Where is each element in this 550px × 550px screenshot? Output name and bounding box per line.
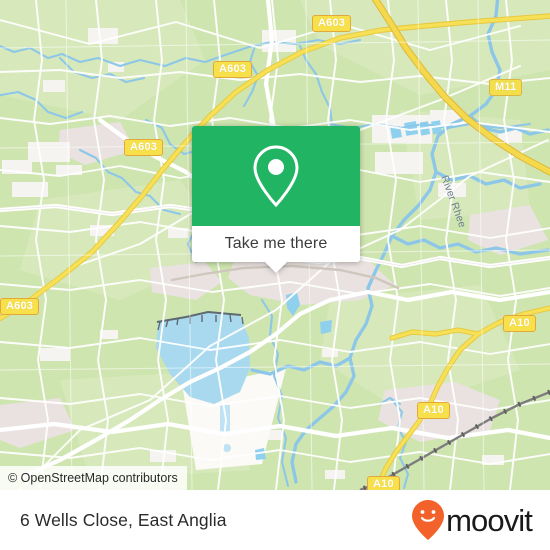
road-shield-a603-left: A603 bbox=[0, 298, 40, 315]
popup-preview bbox=[192, 126, 360, 226]
popup-tail bbox=[265, 262, 287, 273]
road-shield-a10-right: A10 bbox=[503, 315, 536, 332]
take-me-there-button[interactable]: Take me there bbox=[192, 226, 360, 262]
footer-bar: 6 Wells Close, East Anglia moovit bbox=[0, 490, 550, 550]
map-screenshot: A603 A603 A603 A603 M11 A10 A10 A10 Rive… bbox=[0, 0, 550, 550]
road-shield-a603-mid: A603 bbox=[124, 139, 164, 156]
road-shield-a10-bottom: A10 bbox=[367, 476, 400, 490]
popup-body: Take me there bbox=[192, 126, 360, 262]
moovit-wordmark: moovit bbox=[446, 502, 533, 538]
road-shield-a10-mid: A10 bbox=[417, 402, 450, 419]
moovit-pin-smile-icon bbox=[412, 500, 445, 540]
take-me-there-label: Take me there bbox=[224, 235, 328, 252]
map-canvas[interactable]: A603 A603 A603 A603 M11 A10 A10 A10 Rive… bbox=[0, 0, 550, 490]
road-shield-m11: M11 bbox=[489, 79, 523, 96]
map-attribution[interactable]: © OpenStreetMap contributors bbox=[0, 466, 187, 490]
location-popup[interactable]: Take me there bbox=[192, 126, 360, 273]
map-pin-icon bbox=[253, 145, 299, 208]
address-label: 6 Wells Close, East Anglia bbox=[20, 509, 227, 530]
road-shield-a603-upper: A603 bbox=[213, 61, 253, 78]
road-shield-a603-top: A603 bbox=[312, 15, 352, 32]
moovit-logo[interactable]: moovit bbox=[411, 499, 533, 541]
